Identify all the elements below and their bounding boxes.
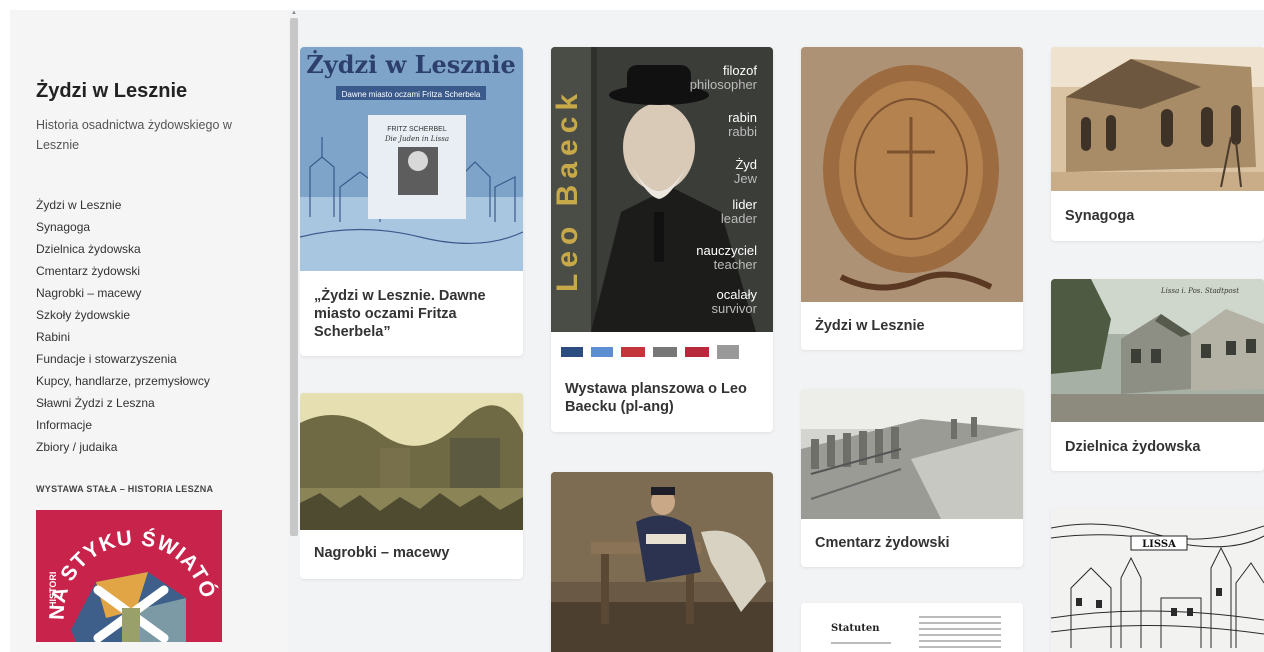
card-tombstones[interactable]: Nagrobki – macewy <box>300 393 523 579</box>
svg-text:rabbi: rabbi <box>728 124 757 139</box>
nav-item-zbiory[interactable]: Zbiory / judaika <box>36 436 210 458</box>
nav-item-cmentarz[interactable]: Cmentarz żydowski <box>36 260 210 282</box>
svg-text:philosopher: philosopher <box>690 77 758 92</box>
district-postcard-text: Lissa i. Pos. Stadtpost <box>1160 287 1239 295</box>
nav-item-szkoly[interactable]: Szkoły żydowskie <box>36 304 210 326</box>
svg-text:Jew: Jew <box>734 171 758 186</box>
svg-text:teacher: teacher <box>714 257 758 272</box>
baeck-poster-image: Leo Baeck filozof philosopher rabin rabb… <box>551 47 773 367</box>
scrollbar[interactable]: ▲ <box>288 10 300 652</box>
card-seal[interactable]: Żydzi w Lesznie <box>801 47 1023 350</box>
card-statute[interactable]: Statuten <box>801 603 1023 652</box>
section-label: WYSTAWA STAŁA – HISTORIA LESZNA <box>36 484 214 494</box>
card-engraving[interactable]: LISSA <box>1051 508 1264 652</box>
card-grid: Żydzi w Lesznie Dawne miasto oczami Frit… <box>300 10 1264 652</box>
statute-doc-title: Statuten <box>831 623 880 634</box>
svg-text:filozof: filozof <box>723 63 757 78</box>
nav-item-nagrobki[interactable]: Nagrobki – macewy <box>36 282 210 304</box>
svg-text:survivor: survivor <box>711 301 757 316</box>
card-book-title[interactable]: „Żydzi w Lesznie. Dawne miasto oczami Fr… <box>314 287 511 341</box>
card-cemetery-title[interactable]: Cmentarz żydowski <box>815 534 1011 552</box>
promo-side-text: HISTORI <box>48 572 58 608</box>
nav-item-zydzi-w-lesznie[interactable]: Żydzi w Lesznie <box>36 194 210 216</box>
card-district[interactable]: Lissa i. Pos. Stadtpost Dzielnica żydows… <box>1051 279 1264 471</box>
seal-image <box>801 47 1023 302</box>
card-seal-title[interactable]: Żydzi w Lesznie <box>815 317 1011 335</box>
nav-item-dzielnica[interactable]: Dzielnica żydowska <box>36 238 210 260</box>
card-book[interactable]: Żydzi w Lesznie Dawne miasto oczami Frit… <box>300 47 523 356</box>
district-postcard-image: Lissa i. Pos. Stadtpost <box>1051 279 1264 422</box>
book-cover-image: Żydzi w Lesznie Dawne miasto oczami Frit… <box>300 47 523 271</box>
card-baeck[interactable]: Leo Baeck filozof philosopher rabin rabb… <box>551 47 773 432</box>
book-cover-title: Żydzi w Lesznie <box>306 50 515 79</box>
site-title[interactable]: Żydzi w Lesznie <box>36 80 187 103</box>
svg-text:Żyd: Żyd <box>735 157 757 172</box>
card-baeck-title[interactable]: Wystawa planszowa o Leo Baecku (pl-ang) <box>565 380 761 416</box>
book-cover-script: Die Juden in Lissa <box>384 135 449 143</box>
exhibition-logo: NA STYKU ŚWIATÓW HISTORI <box>36 510 222 642</box>
nav-item-synagoga[interactable]: Synagoga <box>36 216 210 238</box>
tombstones-image <box>300 393 523 530</box>
nav-item-fundacje[interactable]: Fundacje i stowarzyszenia <box>36 348 210 370</box>
engraving-banner-text: LISSA <box>1142 539 1176 550</box>
baeck-vertical-name: Leo Baeck <box>551 88 584 292</box>
nav-item-informacje[interactable]: Informacje <box>36 414 210 436</box>
svg-text:nauczyciel: nauczyciel <box>696 243 757 258</box>
nav-item-kupcy[interactable]: Kupcy, handlarze, przemysłowcy <box>36 370 210 392</box>
card-synagogue-title[interactable]: Synagoga <box>1065 207 1252 225</box>
sidebar-nav: Żydzi w Lesznie Synagoga Dzielnica żydow… <box>36 194 210 458</box>
nav-item-rabini[interactable]: Rabini <box>36 326 210 348</box>
scrollbar-thumb[interactable] <box>290 18 298 536</box>
synagogue-image <box>1051 47 1264 191</box>
statute-document-image: Statuten <box>801 603 1023 652</box>
exhibition-banner[interactable]: NA STYKU ŚWIATÓW HISTORI <box>36 510 222 642</box>
card-district-title[interactable]: Dzielnica żydowska <box>1065 438 1252 456</box>
svg-text:rabin: rabin <box>728 110 757 125</box>
svg-text:lider: lider <box>732 197 757 212</box>
scholar-painting-image <box>551 472 773 652</box>
card-cemetery[interactable]: Cmentarz żydowski <box>801 389 1023 567</box>
card-tombstones-title[interactable]: Nagrobki – macewy <box>314 544 511 562</box>
city-engraving-image: LISSA <box>1051 508 1264 652</box>
scroll-up-icon[interactable]: ▲ <box>291 10 297 16</box>
site-description: Historia osadnictwa żydowskiego w Leszni… <box>36 118 232 152</box>
book-cover-author: FRITZ SCHERBEL <box>387 126 447 133</box>
nav-item-slawni[interactable]: Sławni Żydzi z Leszna <box>36 392 210 414</box>
card-scholar[interactable] <box>551 472 773 652</box>
cemetery-image <box>801 389 1023 519</box>
card-synagogue[interactable]: Synagoga <box>1051 47 1264 241</box>
book-cover-subtitle: Dawne miasto oczami Fritza Scherbela <box>342 90 481 99</box>
svg-text:ocalały: ocalały <box>717 287 758 302</box>
svg-text:leader: leader <box>721 211 758 226</box>
